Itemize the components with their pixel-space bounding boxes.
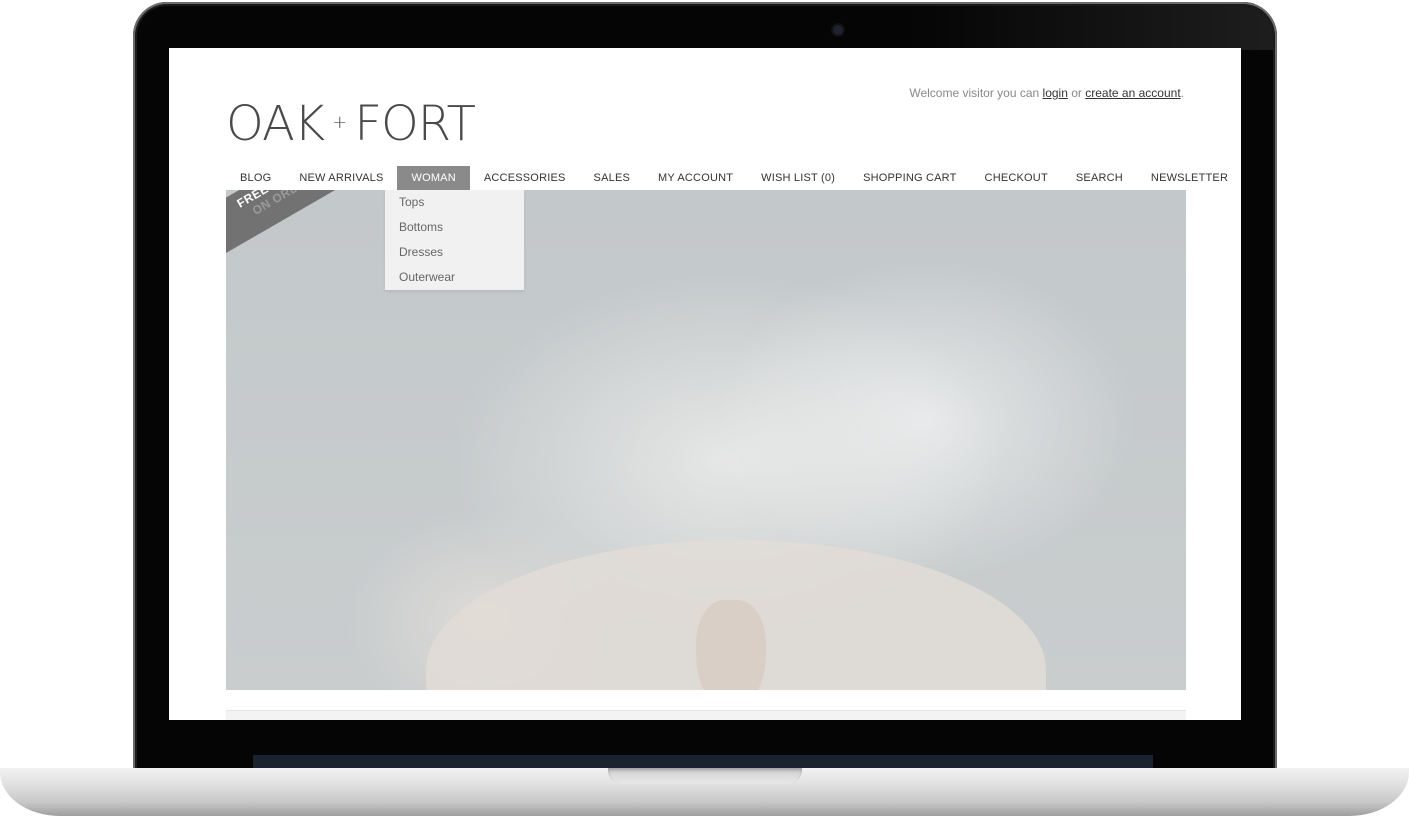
laptop-notch [608, 768, 802, 784]
next-banner-preview [226, 710, 1186, 720]
nav-item-blog[interactable]: Blog [226, 166, 285, 190]
nav-item-newsletter[interactable]: Newsletter [1137, 166, 1241, 190]
nav-item-woman[interactable]: Woman [397, 166, 470, 190]
account-bar: Welcome visitor you can login or create … [909, 86, 1184, 100]
bezel-reflection [913, 6, 1273, 50]
nav-item-accessories[interactable]: Accessories [470, 166, 580, 190]
nav-item-checkout[interactable]: Checkout [971, 166, 1062, 190]
woman-dropdown-menu: Tops Bottoms Dresses Outerwear [385, 190, 524, 290]
site-logo[interactable]: OAK + FORT [226, 96, 476, 152]
nav-item-shopping-cart[interactable]: Shopping Cart [849, 166, 970, 190]
login-link[interactable]: login [1043, 86, 1068, 100]
menu-item-bottoms[interactable]: Bottoms [385, 220, 524, 245]
logo-word-oak: OAK [226, 96, 325, 152]
nav-item-new-arrivals[interactable]: New Arrivals [285, 166, 397, 190]
nav-item-search[interactable]: Search [1062, 166, 1137, 190]
main-nav: Blog New Arrivals Woman Accessories Sale… [226, 166, 1241, 190]
camera-icon [833, 25, 843, 35]
hero-banner[interactable]: FREE STANDARD SHIPPI ON ORDERS OVER $1 [226, 190, 1186, 690]
or-text: or [1071, 86, 1082, 100]
logo-word-fort: FORT [354, 96, 476, 152]
nav-item-sales[interactable]: Sales [580, 166, 644, 190]
logo-plus: + [332, 112, 347, 133]
browser-viewport: OAK + FORT Welcome visitor you can login o… [169, 48, 1241, 720]
welcome-text: Welcome visitor you can [909, 86, 1040, 100]
welcome-period: . [1180, 86, 1184, 100]
nav-item-my-account[interactable]: My Account [644, 166, 747, 190]
menu-item-tops[interactable]: Tops [385, 195, 524, 220]
menu-item-dresses[interactable]: Dresses [385, 245, 524, 270]
nav-item-wish-list[interactable]: Wish List (0) [747, 166, 849, 190]
menu-item-outerwear[interactable]: Outerwear [385, 270, 524, 295]
hero-model-ear [696, 600, 766, 690]
create-account-link[interactable]: create an account [1085, 86, 1180, 100]
